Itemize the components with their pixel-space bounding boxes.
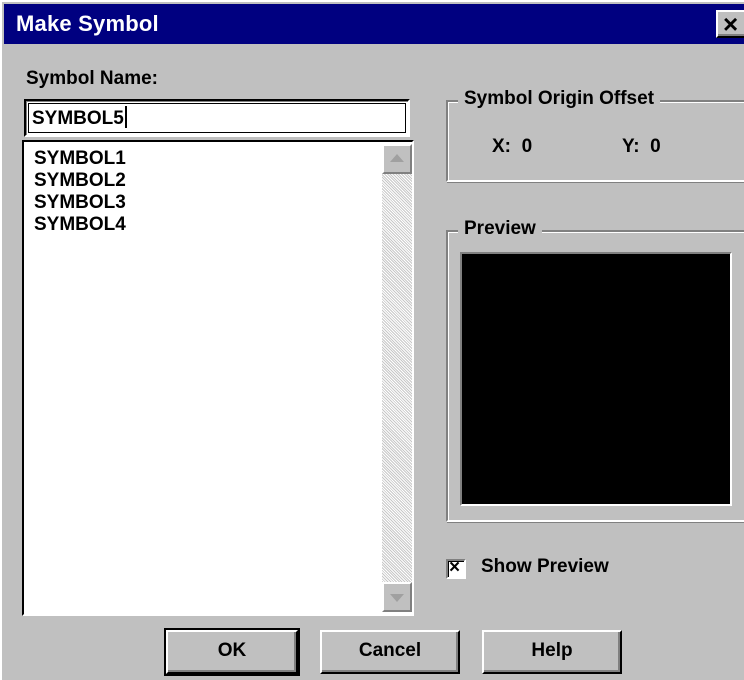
text-caret bbox=[124, 106, 127, 128]
preview-group: Preview bbox=[446, 218, 744, 522]
symbol-origin-offset-title: Symbol Origin Offset bbox=[458, 88, 661, 110]
y-value: 0 bbox=[650, 136, 661, 157]
cancel-button[interactable]: Cancel bbox=[320, 630, 460, 674]
close-button[interactable]: × bbox=[716, 9, 744, 39]
y-label: Y: bbox=[622, 136, 640, 157]
symbol-origin-offset-group: Symbol Origin Offset X: 0 Y: 0 bbox=[446, 88, 744, 182]
x-value: 0 bbox=[521, 136, 533, 157]
preview-canvas bbox=[460, 252, 732, 506]
scroll-down-button[interactable] bbox=[382, 582, 412, 612]
list-item[interactable]: SYMBOL3 bbox=[34, 192, 126, 214]
scroll-up-button[interactable] bbox=[382, 144, 412, 174]
list-item[interactable]: SYMBOL4 bbox=[34, 214, 126, 236]
show-preview-checkbox[interactable]: × bbox=[446, 557, 466, 579]
scroll-up-arrow-icon bbox=[390, 154, 404, 162]
make-symbol-dialog: Make Symbol × Symbol Name: SYMBOL5 SYMBO… bbox=[0, 0, 744, 680]
title-bar: Make Symbol × bbox=[4, 4, 744, 44]
vertical-scrollbar[interactable] bbox=[382, 144, 412, 612]
scroll-down-arrow-icon bbox=[390, 594, 404, 602]
check-mark-icon: × bbox=[449, 557, 461, 578]
show-preview-label[interactable]: Show Preview bbox=[481, 556, 609, 578]
symbol-name-value: SYMBOL5 bbox=[32, 108, 124, 129]
close-icon: × bbox=[723, 9, 739, 39]
x-label: X: bbox=[492, 136, 511, 157]
list-item[interactable]: SYMBOL1 bbox=[34, 148, 126, 170]
symbol-list-items: SYMBOL1 SYMBOL2 SYMBOL3 SYMBOL4 bbox=[34, 148, 126, 236]
list-item[interactable]: SYMBOL2 bbox=[34, 170, 126, 192]
ok-button[interactable]: OK bbox=[164, 628, 300, 676]
dialog-title: Make Symbol bbox=[16, 11, 159, 36]
symbol-name-label: Symbol Name: bbox=[26, 68, 158, 89]
help-button[interactable]: Help bbox=[482, 630, 622, 674]
preview-title: Preview bbox=[458, 218, 542, 240]
symbol-list[interactable]: SYMBOL1 SYMBOL2 SYMBOL3 SYMBOL4 bbox=[22, 140, 414, 616]
symbol-name-input[interactable]: SYMBOL5 bbox=[24, 99, 410, 137]
